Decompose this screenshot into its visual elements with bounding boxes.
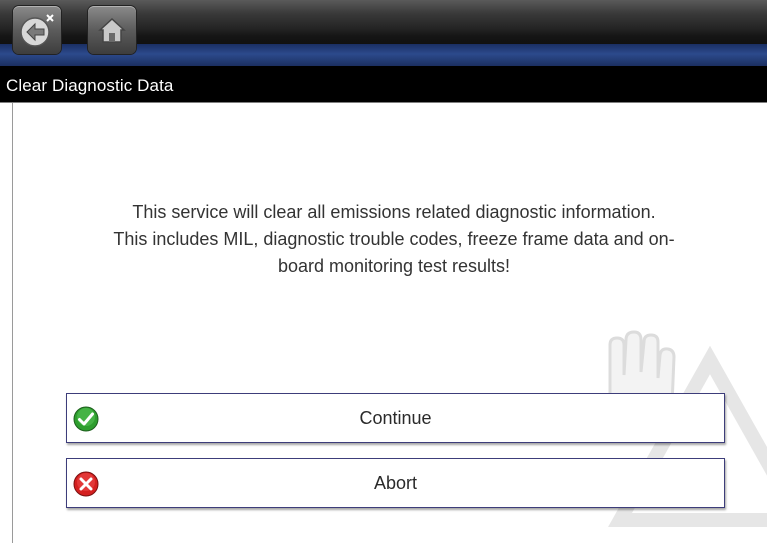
abort-button[interactable]: Abort [66,458,725,508]
back-arrow-icon [20,14,54,47]
continue-label: Continue [359,407,432,428]
warning-message: This service will clear all emissions re… [64,199,724,280]
message-line: This includes MIL, diagnostic trouble co… [113,229,675,249]
home-icon [98,17,126,43]
home-button[interactable] [88,6,136,54]
back-button[interactable] [13,6,61,54]
page-title: Clear Diagnostic Data [6,76,174,95]
toolbar [0,0,767,66]
message-line: This service will clear all emissions re… [132,202,656,222]
abort-label: Abort [373,472,418,493]
content-left-border [12,103,13,543]
title-bar: Clear Diagnostic Data [0,66,767,103]
continue-button[interactable]: Continue [66,393,725,443]
message-line: board monitoring test results! [277,256,511,276]
